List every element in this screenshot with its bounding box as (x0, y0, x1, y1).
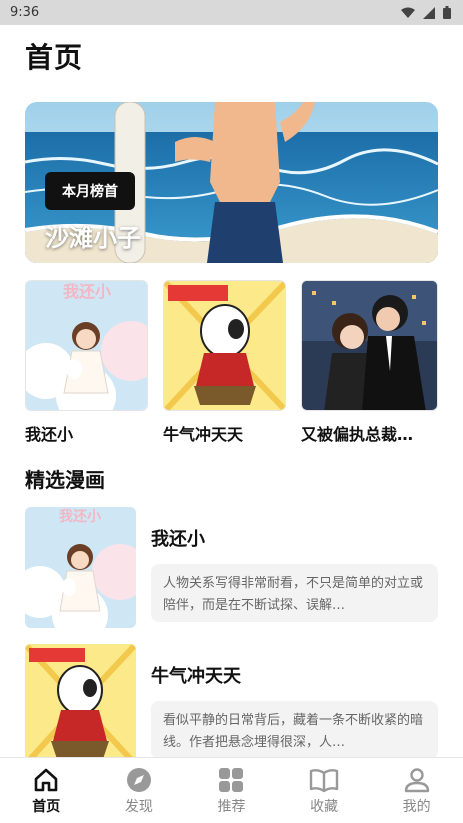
list-description: 看似平静的日常背后，藏着一条不断收紧的暗线。作者把悬念埋得很深，人… (151, 701, 438, 759)
status-bar: 9:36 (0, 0, 463, 25)
list-title: 我还小 (151, 529, 205, 550)
wifi-icon (401, 7, 415, 18)
home-icon (34, 768, 58, 792)
list-description: 人物关系写得非常耐看，不只是简单的对立或陪伴，而是在不断试探、误解… (151, 564, 438, 622)
tab-label: 推荐 (217, 799, 246, 815)
battery-icon (443, 6, 451, 19)
status-icons (401, 6, 451, 19)
section-title: 精选漫画 (25, 468, 105, 492)
tab-label: 我的 (402, 799, 431, 815)
comic-title: 我还小 (25, 425, 74, 444)
comic-title: 牛气冲天天 (163, 425, 244, 444)
hero-title: 沙滩小子 (45, 224, 141, 252)
tab-profile[interactable]: 我的 (370, 758, 463, 823)
book-icon (309, 769, 339, 793)
tab-discover[interactable]: 发现 (93, 758, 186, 823)
compass-icon (126, 768, 151, 792)
hero-banner[interactable]: 本月榜首 沙滩小子 (25, 102, 438, 263)
list-title: 牛气冲天天 (151, 666, 241, 687)
featured-list: 我还小 我还小 人物关系写得非常耐看，不只是简单的对立或陪伴，而是在不断试探、误… (25, 507, 438, 781)
bottom-tab-bar: 首页 发现 推荐 收藏 我的 (0, 757, 463, 823)
tab-home[interactable]: 首页 (0, 758, 93, 823)
cover-title-art: 我还小 (59, 508, 101, 525)
tab-label: 首页 (32, 799, 61, 815)
tab-label: 收藏 (310, 799, 339, 815)
signal-icon (423, 6, 435, 19)
list-cover (25, 644, 136, 765)
comic-cover (301, 280, 438, 411)
grid-icon (219, 768, 244, 792)
comic-card[interactable]: 牛气冲天天 (163, 280, 286, 445)
top-comic-cards: 我还小 我还小 牛气冲天天 又被偏执总裁… (25, 280, 438, 445)
comic-card[interactable]: 我还小 我还小 (25, 280, 148, 445)
status-time: 9:36 (10, 5, 40, 20)
page-title: 首页 (25, 41, 84, 74)
list-item[interactable]: 我还小 我还小 人物关系写得非常耐看，不只是简单的对立或陪伴，而是在不断试探、误… (25, 507, 438, 644)
person-icon (404, 768, 429, 793)
tab-label: 发现 (124, 799, 153, 815)
tab-favorites[interactable]: 收藏 (278, 758, 371, 823)
list-cover: 我还小 (25, 507, 136, 628)
cover-title-art: 我还小 (63, 282, 111, 301)
comic-card[interactable]: 又被偏执总裁… (301, 280, 438, 445)
tab-recommend[interactable]: 推荐 (185, 758, 278, 823)
comic-title: 又被偏执总裁… (301, 425, 414, 444)
hero-badge: 本月榜首 (45, 172, 135, 210)
comic-cover: 我还小 (25, 280, 148, 411)
comic-cover (163, 280, 286, 411)
